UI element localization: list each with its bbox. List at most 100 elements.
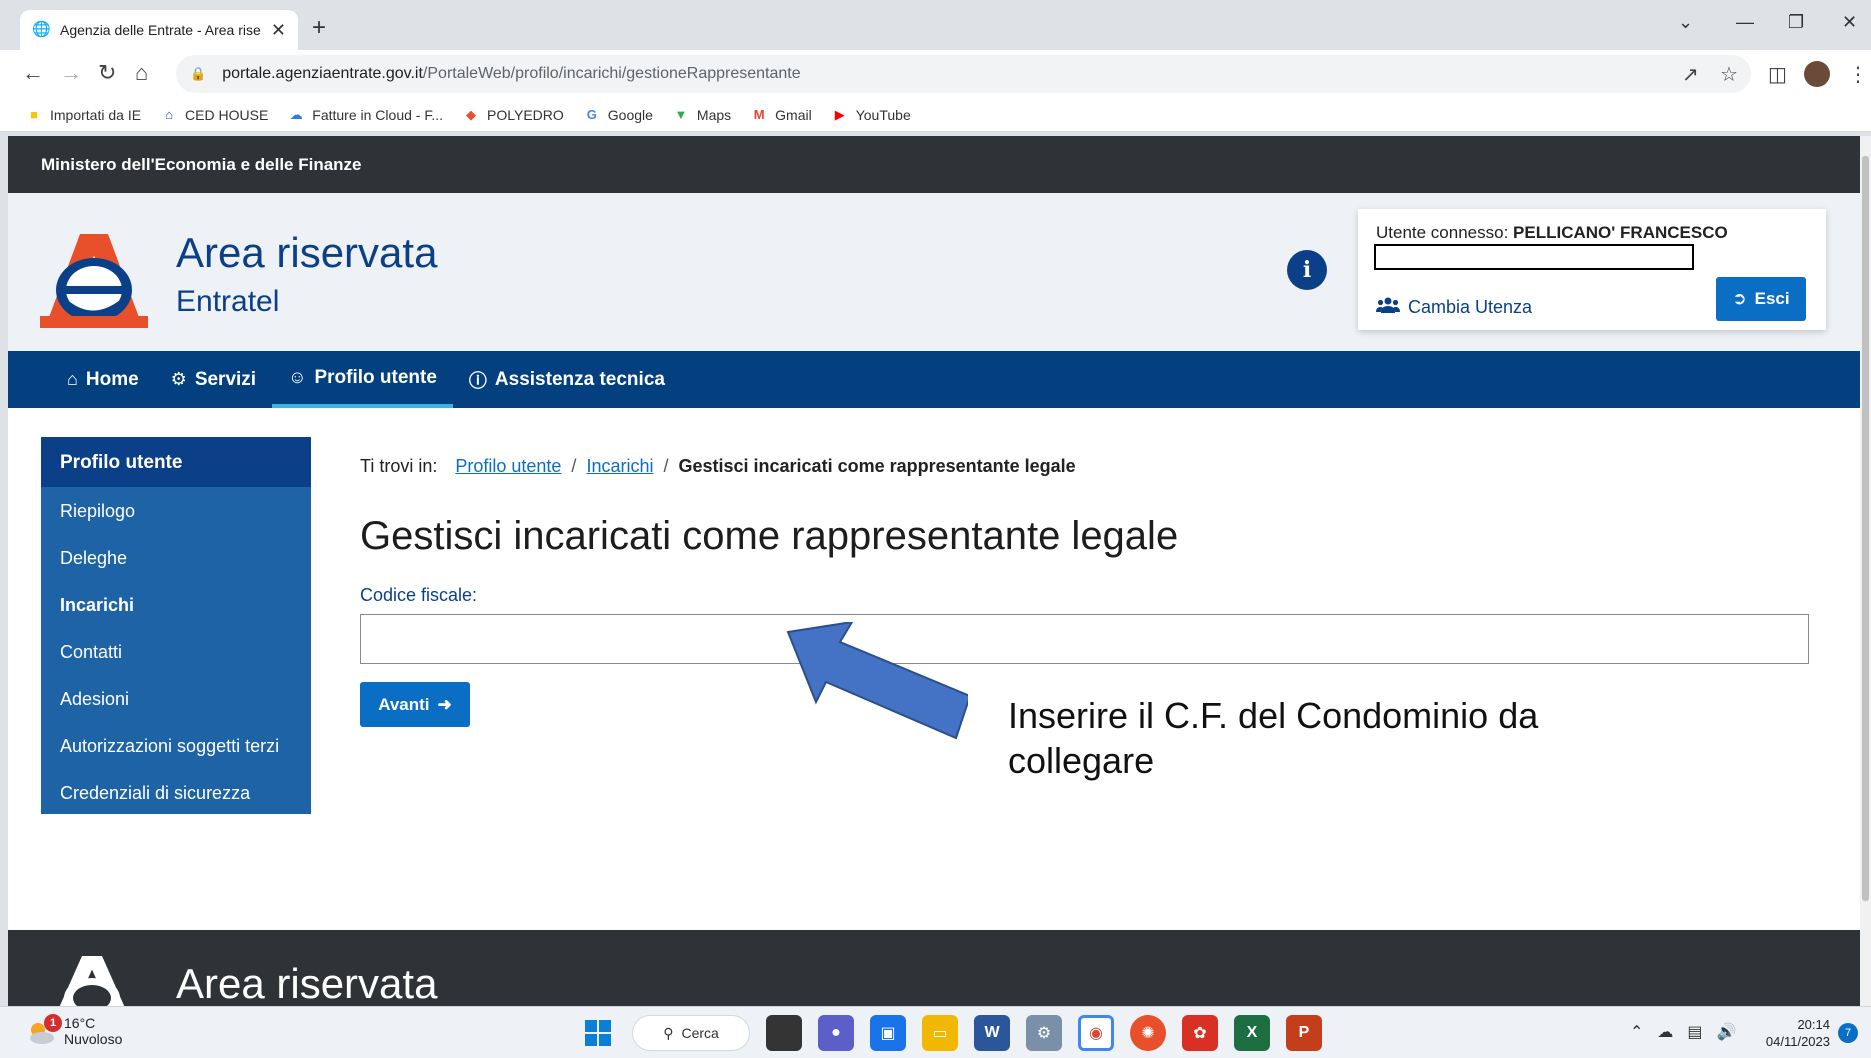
footer-title: Area riservata — [176, 960, 438, 1006]
restore-button[interactable]: ❐ — [1788, 12, 1804, 33]
folder-icon: ■ — [30, 106, 38, 122]
url-path: /PortaleWeb/profilo/incarichi/gestioneRa… — [422, 65, 801, 82]
close-window-button[interactable]: ✕ — [1842, 12, 1857, 33]
bookmark-label: YouTube — [855, 106, 911, 123]
back-icon[interactable]: ← — [22, 60, 44, 86]
chevron-up-icon[interactable]: ⌃ — [1630, 1022, 1643, 1042]
change-user-link[interactable]: Cambia Utenza — [1376, 297, 1532, 318]
info-icon[interactable]: i — [1287, 250, 1327, 290]
clock-time: 20:14 — [1797, 1017, 1830, 1032]
sidebar: Profilo utente Riepilogo Deleghe Incarichi… — [41, 437, 311, 814]
breadcrumb-separator: / — [663, 456, 669, 476]
page-title: Gestisci incaricati come rappresentante … — [360, 514, 1179, 558]
home-icon[interactable]: ⌂ — [135, 60, 148, 86]
file-explorer-icon[interactable]: ▭ — [922, 1015, 958, 1051]
avanti-label: Avanti — [378, 694, 430, 714]
bookmark-item[interactable]: ▼ Maps — [673, 107, 731, 123]
browser-toolbar: ← → ↻ ⌂ 🔒 portale.agenziaentrate.gov.it /… — [0, 50, 1871, 98]
nav-item-servizi[interactable]: ⚙ Servizi — [155, 351, 272, 408]
codice-fiscale-input[interactable] — [360, 614, 1809, 664]
arrow-right-icon: ➜ — [437, 694, 452, 714]
windows-start-icon[interactable] — [580, 1015, 616, 1051]
search-icon: ⚲ — [663, 1024, 674, 1041]
page-scrollbar[interactable] — [1860, 136, 1871, 1006]
minimize-button[interactable]: — — [1736, 12, 1754, 33]
lock-icon: 🔒 — [190, 66, 207, 81]
sidebar-item-autorizzazioni-soggetti-terzi[interactable]: Autorizzazioni soggetti terzi — [41, 722, 311, 769]
scrollbar-thumb[interactable] — [1862, 156, 1869, 901]
user-panel: Utente connesso: PELLICANO' FRANCESCO Ca… — [1358, 209, 1826, 330]
acrobat-icon[interactable]: ✿ — [1182, 1015, 1218, 1051]
bookmark-item[interactable]: M Gmail — [751, 107, 812, 123]
bookmark-label: Google — [607, 106, 653, 123]
site-footer: Area riservata — [8, 930, 1860, 1006]
sidebar-item-contatti[interactable]: Contatti — [41, 628, 311, 675]
browser-tab[interactable]: 🌐 Agenzia delle Entrate - Area rise ✕ — [20, 10, 298, 50]
user-label: Utente connesso: — [1376, 223, 1509, 242]
logout-button[interactable]: ➲ Esci — [1716, 277, 1806, 321]
connected-user: Utente connesso: PELLICANO' FRANCESCO — [1376, 223, 1728, 243]
breadcrumb-link-profilo[interactable]: Profilo utente — [455, 456, 561, 477]
volume-icon[interactable]: 🔊 — [1717, 1022, 1737, 1042]
nav-item-profilo-utente[interactable]: ☺ Profilo utente — [272, 351, 453, 408]
sidebar-item-credenziali-di-sicurezza[interactable]: Credenziali di sicurezza — [41, 769, 311, 816]
sidebar-item-adesioni[interactable]: Adesioni — [41, 675, 311, 722]
breadcrumb-current: Gestisci incaricati come rappresentante … — [678, 456, 1076, 476]
chrome-icon[interactable]: ◉ — [1078, 1015, 1114, 1051]
logout-label: Esci — [1754, 289, 1790, 308]
bookmark-item[interactable]: G Google — [584, 107, 653, 123]
weather-widget[interactable]: 1 16°C Nuvoloso — [26, 1014, 122, 1047]
onedrive-icon[interactable]: ☁ — [1657, 1022, 1673, 1042]
sidebar-item-deleghe[interactable]: Deleghe — [41, 534, 311, 581]
nav-item-home[interactable]: ⌂ Home — [51, 351, 155, 408]
taskbar-apps: ⚲ Cerca ● ▣ ▭ W ⚙ ◉ ✺ ✿ X P — [580, 1015, 1322, 1051]
network-icon[interactable]: ▤ — [1687, 1022, 1702, 1042]
annotation-text: Inserire il C.F. del Condominio da colle… — [1008, 695, 1539, 781]
taskbar-search[interactable]: ⚲ Cerca — [632, 1015, 750, 1051]
bookmark-item[interactable]: ⌂ CED HOUSE — [161, 107, 268, 123]
tab-search-icon[interactable]: ⌄ — [1678, 12, 1693, 33]
sidebar-item-incarichi[interactable]: Incarichi — [41, 581, 311, 628]
cloud-icon: ☁ — [289, 106, 303, 122]
maps-pin-icon: ▼ — [674, 106, 688, 122]
profile-avatar[interactable] — [1804, 61, 1830, 87]
address-bar[interactable]: 🔒 portale.agenziaentrate.gov.it/PortaleW… — [176, 55, 1751, 93]
bookmark-item[interactable]: ◆ POLYEDRO — [463, 107, 564, 123]
remote-tool-icon[interactable]: ⚙ — [1026, 1015, 1062, 1051]
task-view-icon[interactable] — [766, 1015, 802, 1051]
search-label: Cerca — [681, 1025, 719, 1041]
nav-item-assistenza-tecnica[interactable]: ⓘ Assistenza tecnica — [453, 351, 681, 408]
close-tab-icon[interactable]: ✕ — [271, 20, 286, 41]
globe-icon: 🌐 — [32, 21, 51, 38]
avanti-button[interactable]: Avanti ➜ — [360, 682, 470, 727]
forward-icon[interactable]: → — [60, 60, 82, 86]
anydesk-icon[interactable]: ✺ — [1130, 1015, 1166, 1051]
new-tab-button[interactable]: + — [312, 14, 326, 42]
teams-chat-icon[interactable]: ● — [818, 1015, 854, 1051]
word-icon[interactable]: W — [974, 1015, 1010, 1051]
share-icon[interactable]: ↗ — [1682, 62, 1699, 87]
bookmark-item[interactable]: ■ Importati da IE — [26, 107, 141, 123]
system-clock[interactable]: 20:14 04/11/2023 — [1756, 1016, 1830, 1050]
sidebar-item-riepilogo[interactable]: Riepilogo — [41, 487, 311, 534]
windows-taskbar: 1 16°C Nuvoloso ⚲ Cerca ● ▣ ▭ W ⚙ ◉ ✺ ✿ … — [0, 1006, 1871, 1058]
site-header: Area riservata Entratel i Utente conness… — [8, 193, 1860, 351]
sidebar-title: Profilo utente — [41, 437, 311, 487]
nav-item-label: Servizi — [194, 368, 257, 390]
breadcrumb-link-incarichi[interactable]: Incarichi — [586, 456, 653, 477]
info-icon: ⓘ — [468, 370, 487, 391]
bookmark-star-icon[interactable]: ☆ — [1720, 62, 1738, 87]
excel-icon[interactable]: X — [1234, 1015, 1270, 1051]
powerpoint-icon[interactable]: P — [1286, 1015, 1322, 1051]
agenzia-logo — [40, 234, 148, 328]
google-icon: G — [586, 106, 597, 122]
side-panel-icon[interactable]: ◫ — [1768, 62, 1787, 87]
notification-badge[interactable]: 7 — [1838, 1023, 1858, 1043]
store-icon[interactable]: ▣ — [870, 1015, 906, 1051]
menu-icon[interactable]: ⋮ — [1848, 62, 1868, 87]
bookmark-label: Gmail — [775, 106, 812, 123]
reload-icon[interactable]: ↻ — [98, 60, 116, 86]
bookmark-item[interactable]: ☁ Fatture in Cloud - F... — [288, 107, 443, 123]
services-icon: ⚙ — [170, 369, 187, 389]
bookmark-item[interactable]: ▶ YouTube — [832, 107, 911, 123]
